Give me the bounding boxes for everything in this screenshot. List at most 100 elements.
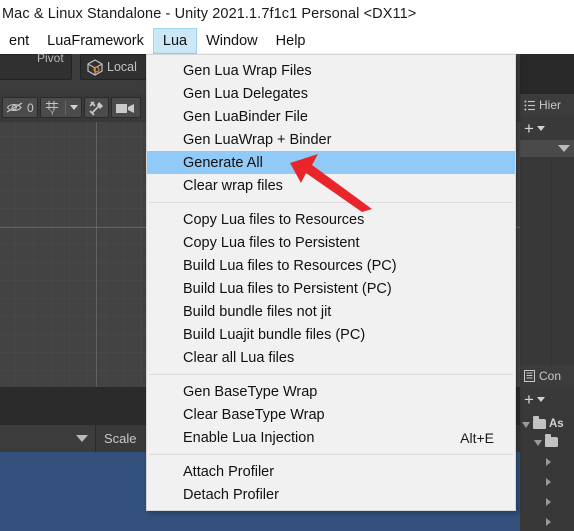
chevron-expanded-icon[interactable] xyxy=(534,439,542,446)
menu-item-gen-luawrap-binder[interactable]: Gen LuaWrap + Binder xyxy=(147,128,515,151)
aspect-dropdown[interactable] xyxy=(0,425,96,452)
menu-item-label: Attach Profiler xyxy=(183,463,275,480)
menu-item-label: Detach Profiler xyxy=(183,486,279,503)
tab-project[interactable]: Con xyxy=(520,365,574,387)
menu-item-clear-basetype-wrap[interactable]: Clear BaseType Wrap xyxy=(147,403,515,426)
menubar-item-ent[interactable]: ent xyxy=(0,28,38,54)
folder-icon xyxy=(545,433,558,447)
menu-separator xyxy=(149,202,513,203)
local-label: Local xyxy=(107,60,137,74)
menu-item-label: Build Luajit bundle files (PC) xyxy=(183,326,366,343)
menu-item-gen-lua-delegates[interactable]: Gen Lua Delegates xyxy=(147,82,515,105)
tree-row[interactable] xyxy=(520,473,554,490)
scale-label: Scale xyxy=(104,431,137,446)
menu-item-gen-luabinder-file[interactable]: Gen LuaBinder File xyxy=(147,105,515,128)
project-tree-body[interactable]: As xyxy=(520,411,574,531)
menu-item-label: Copy Lua files to Persistent xyxy=(183,234,360,251)
menubar-item-luaframework[interactable]: LuaFramework xyxy=(38,28,153,54)
window-title: Mac & Linux Standalone - Unity 2021.1.7f… xyxy=(2,6,417,22)
tree-row[interactable] xyxy=(520,433,561,450)
hierarchy-column-divider xyxy=(551,157,552,365)
tab-hierarchy[interactable]: Hier xyxy=(520,94,574,116)
hierarchy-body[interactable] xyxy=(520,157,574,365)
menubar-item-label: Help xyxy=(275,33,306,49)
hidden-objects-count: 0 xyxy=(27,100,34,115)
menu-item-build-luajit-bundle-files-pc[interactable]: Build Luajit bundle files (PC) xyxy=(147,323,515,346)
menu-item-label: Generate All xyxy=(183,154,263,171)
project-toolbar: + xyxy=(520,387,574,411)
menu-item-build-lua-files-to-persistent-pc[interactable]: Build Lua files to Persistent (PC) xyxy=(147,277,515,300)
menu-item-label: Gen Lua Delegates xyxy=(183,85,308,102)
menu-item-label: Clear BaseType Wrap xyxy=(183,406,325,423)
grid-snap-icon: Y xyxy=(45,100,58,116)
menu-item-enable-lua-injection[interactable]: Enable Lua Injection Alt+E xyxy=(147,426,515,449)
menubar-item-help[interactable]: Help xyxy=(267,28,315,54)
hierarchy-search-row[interactable] xyxy=(520,140,574,157)
menu-item-shortcut: Alt+E xyxy=(460,429,494,446)
tree-row[interactable] xyxy=(520,493,554,510)
menu-item-gen-lua-wrap-files[interactable]: Gen Lua Wrap Files xyxy=(147,59,515,82)
chevron-down-icon[interactable] xyxy=(536,396,545,402)
menu-item-label: Gen Lua Wrap Files xyxy=(183,62,312,79)
menubar-item-label: Window xyxy=(206,33,258,49)
create-asset-button[interactable]: + xyxy=(524,391,534,408)
camera-icon xyxy=(115,103,134,113)
menu-item-label: Copy Lua files to Resources xyxy=(183,211,365,228)
lua-dropdown-menu[interactable]: Gen Lua Wrap Files Gen Lua Delegates Gen… xyxy=(146,54,516,511)
tab-project-label: Con xyxy=(539,369,562,383)
menu-item-build-lua-files-to-resources-pc[interactable]: Build Lua files to Resources (PC) xyxy=(147,254,515,277)
scene-tools-button[interactable] xyxy=(83,97,109,118)
eye-off-icon xyxy=(6,102,23,113)
tree-row[interactable]: As xyxy=(520,415,564,432)
pivot-toggle-button[interactable]: Pivot xyxy=(0,54,72,80)
chevron-down-icon[interactable] xyxy=(558,145,570,152)
menu-item-attach-profiler[interactable]: Attach Profiler xyxy=(147,460,515,483)
grid-snap-group[interactable]: Y xyxy=(39,97,82,118)
tree-row-label: As xyxy=(549,417,564,430)
tree-row[interactable] xyxy=(520,513,554,530)
menubar-item-window[interactable]: Window xyxy=(197,28,267,54)
tree-row[interactable] xyxy=(520,453,554,470)
scene-grid-major-vertical xyxy=(96,122,97,387)
menu-item-label: Gen BaseType Wrap xyxy=(183,383,318,400)
tools-icon xyxy=(89,100,103,116)
chevron-down-icon[interactable] xyxy=(536,125,545,131)
chevron-down-icon[interactable] xyxy=(69,105,78,110)
console-icon xyxy=(524,370,535,382)
menu-item-label: Build Lua files to Persistent (PC) xyxy=(183,280,392,297)
chevron-expanded-icon[interactable] xyxy=(522,421,530,428)
menu-item-copy-lua-files-to-persistent[interactable]: Copy Lua files to Persistent xyxy=(147,231,515,254)
window-titlebar: Mac & Linux Standalone - Unity 2021.1.7f… xyxy=(0,0,574,28)
svg-text:Y: Y xyxy=(50,110,55,116)
menu-separator xyxy=(149,454,513,455)
menu-item-clear-all-lua-files[interactable]: Clear all Lua files xyxy=(147,346,515,369)
add-gameobject-button[interactable]: + xyxy=(524,120,534,137)
menu-item-copy-lua-files-to-resources[interactable]: Copy Lua files to Resources xyxy=(147,208,515,231)
menubar-item-label: Lua xyxy=(162,33,188,49)
menu-item-generate-all[interactable]: Generate All xyxy=(147,151,515,174)
chevron-collapsed-icon[interactable] xyxy=(546,457,551,466)
menu-item-label: Gen LuaWrap + Binder xyxy=(183,131,332,148)
chevron-collapsed-icon[interactable] xyxy=(546,477,551,486)
hidden-objects-toggle[interactable]: 0 xyxy=(2,97,38,118)
menu-item-detach-profiler[interactable]: Detach Profiler xyxy=(147,483,515,506)
menu-item-label: Gen LuaBinder File xyxy=(183,108,308,125)
menu-item-gen-basetype-wrap[interactable]: Gen BaseType Wrap xyxy=(147,380,515,403)
menubar-item-lua[interactable]: Lua xyxy=(152,28,198,54)
chevron-down-icon xyxy=(76,435,88,442)
scale-label-group: Scale xyxy=(96,425,137,452)
menu-item-label: Clear wrap files xyxy=(183,177,283,194)
menu-item-clear-wrap-files[interactable]: Clear wrap files xyxy=(147,174,515,197)
pivot-label: Pivot xyxy=(37,54,64,65)
right-panel-column: Hier + Con + As xyxy=(520,54,574,531)
folder-icon xyxy=(533,415,546,429)
menu-item-build-bundle-files-not-jit[interactable]: Build bundle files not jit xyxy=(147,300,515,323)
menu-item-label: Clear all Lua files xyxy=(183,349,295,366)
application-menubar: ent LuaFramework Lua Window Help xyxy=(0,28,574,54)
chevron-collapsed-icon[interactable] xyxy=(546,517,551,526)
menu-item-label: Build bundle files not jit xyxy=(183,303,332,320)
chevron-collapsed-icon[interactable] xyxy=(546,497,551,506)
camera-button[interactable] xyxy=(110,97,141,118)
cube-icon xyxy=(87,59,103,76)
screenshot-root: Mac & Linux Standalone - Unity 2021.1.7f… xyxy=(0,0,574,531)
